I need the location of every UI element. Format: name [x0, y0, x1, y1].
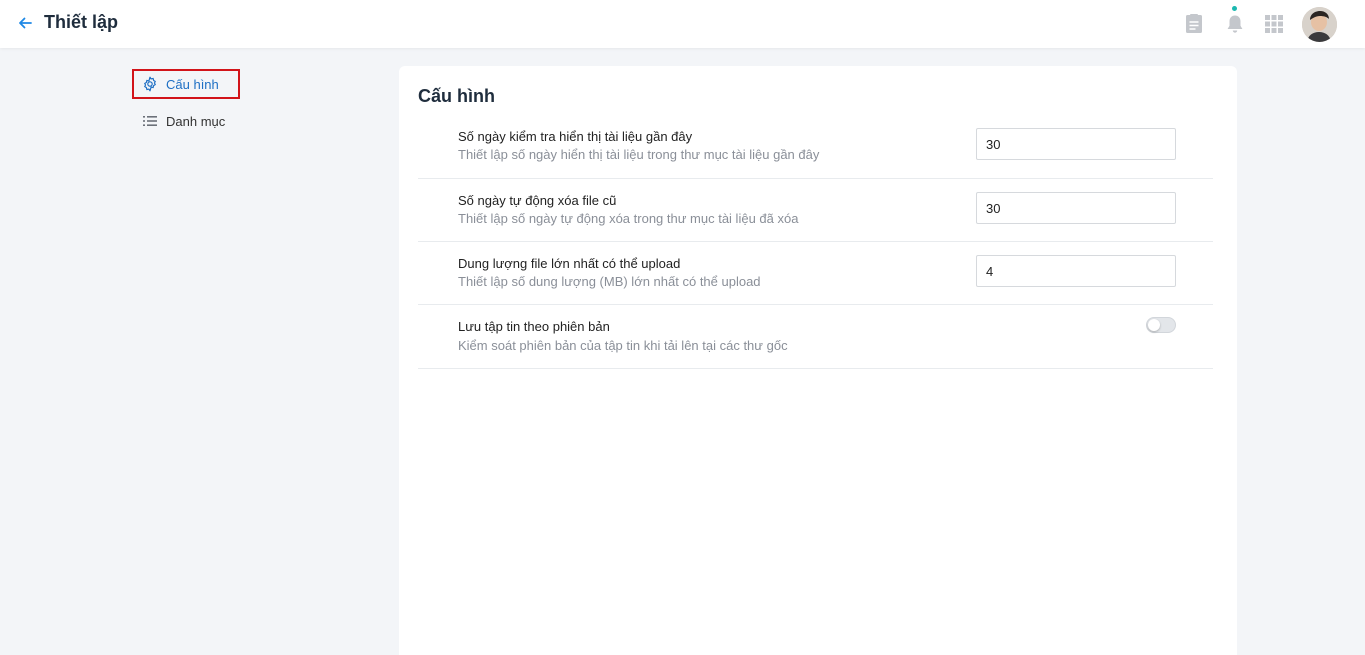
setting-row-auto-delete-days: Số ngày tự động xóa file cũ Thiết lập số…	[418, 179, 1213, 242]
setting-label: Số ngày kiểm tra hiển thị tài liệu gần đ…	[458, 129, 693, 144]
sidebar-item-cau-hinh[interactable]: Cấu hình	[132, 69, 240, 99]
setting-row-max-upload-size: Dung lượng file lớn nhất có thể upload T…	[418, 242, 1213, 305]
setting-description: Thiết lập số dung lượng (MB) lớn nhất có…	[458, 274, 761, 289]
apps-grid-icon[interactable]	[1262, 12, 1286, 36]
setting-label: Dung lượng file lớn nhất có thể upload	[458, 256, 681, 271]
setting-label: Lưu tập tin theo phiên bản	[458, 319, 610, 334]
user-avatar[interactable]	[1302, 7, 1337, 42]
setting-row-recent-days: Số ngày kiểm tra hiển thị tài liệu gần đ…	[418, 122, 1213, 179]
document-icon[interactable]	[1182, 12, 1206, 36]
top-bar: Thiết lập	[0, 0, 1365, 48]
gear-icon	[142, 76, 158, 92]
setting-description: Thiết lập số ngày hiển thị tài liệu tron…	[458, 147, 820, 162]
panel-title: Cấu hình	[418, 86, 495, 106]
setting-label: Số ngày tự động xóa file cũ	[458, 193, 617, 208]
max-upload-size-input[interactable]	[976, 255, 1176, 287]
settings-panel: Cấu hình Số ngày kiểm tra hiển thị tài l…	[399, 66, 1237, 655]
setting-description: Kiểm soát phiên bản của tập tin khi tải …	[458, 338, 788, 353]
bell-icon[interactable]	[1223, 12, 1247, 36]
notification-dot	[1232, 6, 1237, 11]
sidebar-item-label: Cấu hình	[166, 76, 219, 92]
list-icon	[142, 113, 158, 129]
sidebar-item-danh-muc[interactable]: Danh mục	[132, 106, 240, 136]
toggle-knob	[1148, 319, 1160, 331]
recent-days-input[interactable]	[976, 128, 1176, 160]
auto-delete-days-input[interactable]	[976, 192, 1176, 224]
page-title: Thiết lập	[44, 12, 119, 32]
back-arrow-icon[interactable]	[16, 14, 34, 32]
file-versioning-toggle[interactable]	[1146, 317, 1176, 333]
setting-row-file-versioning: Lưu tập tin theo phiên bản Kiểm soát phi…	[418, 305, 1213, 369]
setting-description: Thiết lập số ngày tự động xóa trong thư …	[458, 211, 799, 226]
sidebar-item-label: Danh mục	[166, 113, 226, 129]
